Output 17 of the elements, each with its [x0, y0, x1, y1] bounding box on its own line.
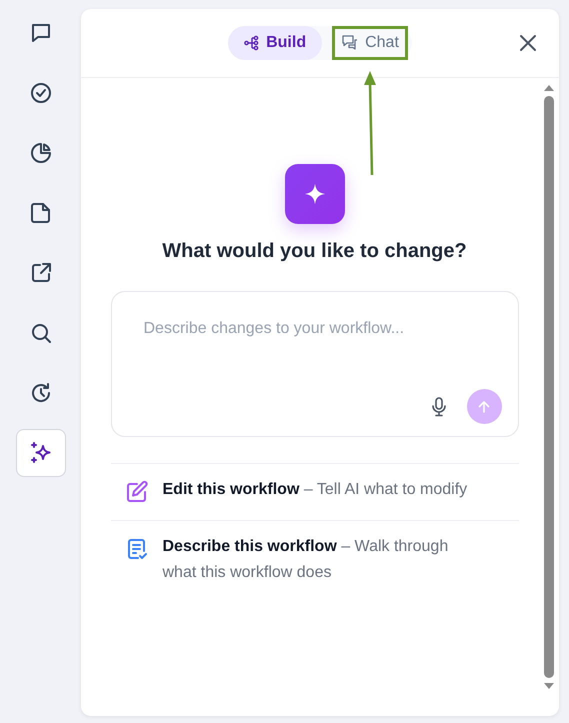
- scroll-up-icon[interactable]: [543, 84, 555, 92]
- tab[interactable]: Build: [228, 26, 322, 60]
- edit-icon: [124, 480, 148, 504]
- scrollbar[interactable]: [543, 84, 555, 690]
- arrow-up-icon: [477, 400, 491, 414]
- suggestion-option[interactable]: Edit this workflow – Tell AI what to modify: [162, 477, 468, 504]
- close-icon[interactable]: [519, 34, 537, 52]
- scroll-down-icon[interactable]: [543, 682, 555, 690]
- message-composer[interactable]: Describe changes to your workflow...: [110, 291, 518, 437]
- sparkles-icon[interactable]: [16, 429, 66, 477]
- branch-icon: [244, 35, 260, 51]
- speech-bubbles-icon: [341, 34, 360, 52]
- sparkle-icon: [284, 164, 344, 224]
- suggestion-option[interactable]: Describe this workflow – Walk through what this workflow does: [162, 534, 478, 586]
- prompt-heading: What would you like to change?: [162, 240, 467, 263]
- microphone-icon[interactable]: [430, 396, 446, 416]
- tab[interactable]: Chat: [332, 26, 408, 60]
